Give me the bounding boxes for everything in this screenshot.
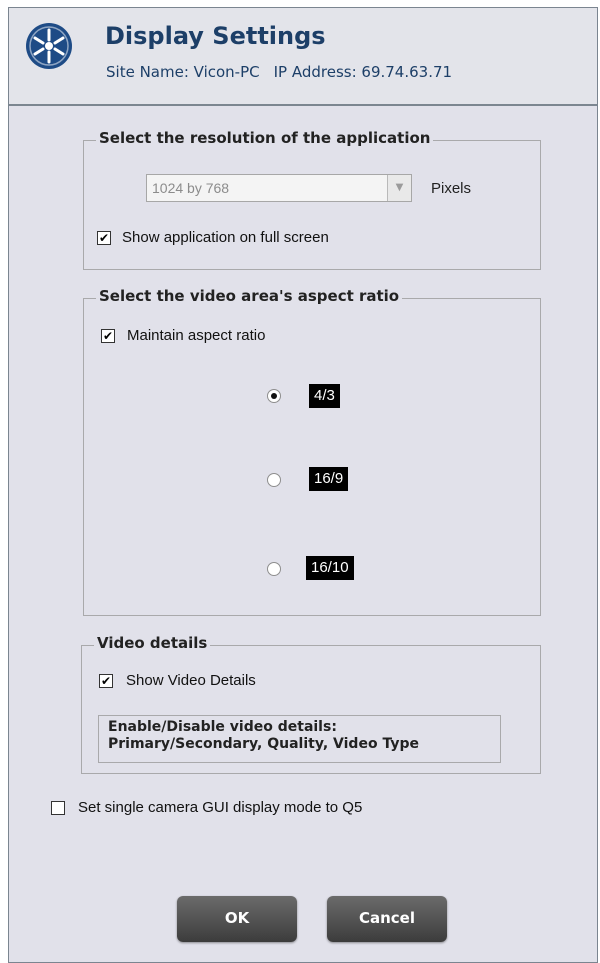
video-details-legend: Video details [94, 634, 211, 652]
dialog-title: Display Settings [105, 22, 326, 50]
radio-16-10[interactable] [267, 562, 281, 576]
pixels-label: Pixels [431, 180, 472, 197]
resolution-value: 1024 by 768 [152, 180, 230, 196]
radio-16-9[interactable] [267, 473, 281, 487]
resolution-legend: Select the resolution of the application [96, 129, 434, 147]
ok-button[interactable]: OK [177, 896, 297, 942]
single-camera-checkbox[interactable] [51, 801, 65, 815]
maintain-aspect-checkbox[interactable]: ✔ [101, 329, 115, 343]
ratio-label-4-3: 4/3 [309, 384, 340, 408]
resolution-group: Select the resolution of the application… [83, 129, 541, 270]
video-details-group: Video details ✔ Show Video Details Enabl… [81, 634, 541, 774]
resolution-dropdown[interactable]: 1024 by 768 ▼ [146, 174, 412, 202]
fullscreen-checkbox[interactable]: ✔ [97, 231, 111, 245]
ip-address: IP Address: 69.74.63.71 [273, 63, 453, 81]
site-name: Site Name: Vicon-PC [106, 63, 260, 81]
ratio-label-16-9: 16/9 [309, 467, 349, 491]
single-camera-label: Set single camera GUI display mode to Q5 [78, 799, 363, 816]
aspect-ratio-group: Select the video area's aspect ratio ✔ M… [83, 287, 541, 616]
compass-star-icon [26, 23, 72, 69]
dialog-header: Display Settings Site Name: Vicon-PC IP A… [9, 8, 597, 106]
aspect-ratio-legend: Select the video area's aspect ratio [96, 287, 403, 305]
chevron-down-icon[interactable]: ▼ [387, 175, 411, 201]
video-details-description: Enable/Disable video details: Primary/Se… [98, 715, 501, 763]
fullscreen-label: Show application on full screen [122, 229, 329, 246]
maintain-aspect-label: Maintain aspect ratio [127, 327, 266, 344]
ratio-label-16-10: 16/10 [306, 556, 354, 580]
radio-4-3[interactable] [267, 389, 281, 403]
description-line-1: Enable/Disable video details: [108, 719, 337, 735]
cancel-button[interactable]: Cancel [327, 896, 447, 942]
show-video-details-checkbox[interactable]: ✔ [99, 674, 113, 688]
description-line-2: Primary/Secondary, Quality, Video Type [108, 736, 419, 752]
display-settings-dialog: Display Settings Site Name: Vicon-PC IP A… [8, 7, 598, 963]
show-video-details-label: Show Video Details [126, 672, 256, 689]
site-info: Site Name: Vicon-PC IP Address: 69.74.63.… [106, 63, 452, 81]
radio-selected-dot [271, 393, 277, 399]
